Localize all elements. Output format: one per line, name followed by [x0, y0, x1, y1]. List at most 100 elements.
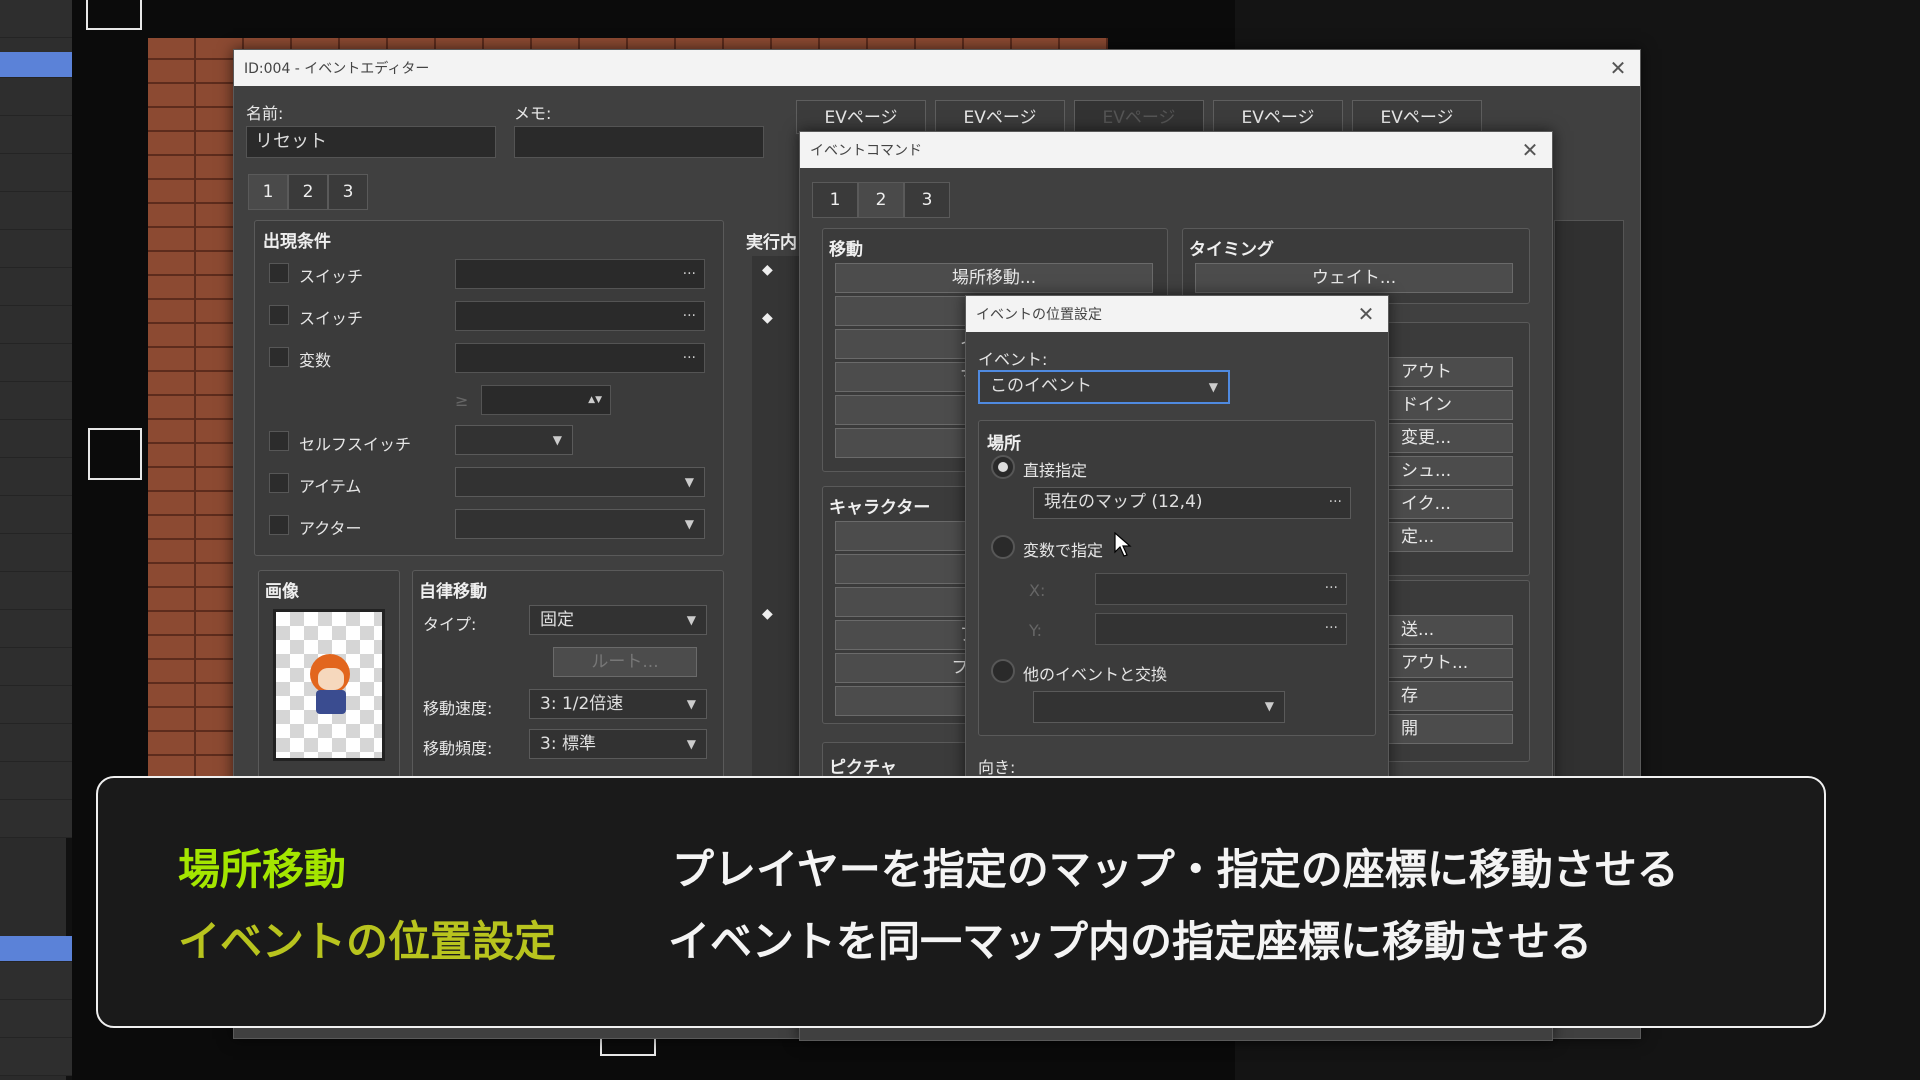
- route-button[interactable]: ルート...: [553, 647, 697, 677]
- swap-event-dropdown[interactable]: ▼: [1033, 691, 1285, 723]
- switch1-checkbox[interactable]: [269, 263, 289, 283]
- tab-1[interactable]: 1: [248, 174, 288, 210]
- actor-label: アクター: [299, 519, 362, 538]
- variable-field[interactable]: ···: [455, 343, 705, 373]
- switch2-field[interactable]: ···: [455, 301, 705, 331]
- tab-2[interactable]: 2: [858, 182, 904, 218]
- mouse-cursor-icon: [1114, 532, 1132, 557]
- close-icon[interactable]: ✕: [1606, 56, 1630, 80]
- event-command-titlebar: イベントコマンド ✕: [800, 132, 1552, 168]
- exec-scroll-area[interactable]: [1554, 220, 1624, 820]
- self-switch-checkbox[interactable]: [269, 431, 289, 451]
- caption-overlay: 場所移動 プレイヤーを指定のマップ・指定の座標に移動させる イベントの位置設定 …: [96, 776, 1826, 1028]
- conditions-header: 出現条件: [263, 232, 331, 252]
- image-header: 画像: [265, 582, 299, 602]
- ev-page-tab[interactable]: EVページ: [1213, 100, 1343, 134]
- actor-dropdown[interactable]: ▼: [455, 509, 705, 539]
- direct-radio[interactable]: [991, 455, 1015, 479]
- location-group: 場所 直接指定 現在のマップ (12,4) ··· 変数で指定 X: ··· Y:…: [978, 420, 1376, 736]
- x-variable-field[interactable]: ···: [1095, 573, 1347, 605]
- y-label: Y:: [1029, 621, 1043, 640]
- speed-label: 移動速度:: [423, 699, 493, 718]
- event-editor-titlebar: ID:004 - イベントエディター ✕: [234, 50, 1640, 86]
- swap-radio[interactable]: [991, 659, 1015, 683]
- actor-checkbox[interactable]: [269, 515, 289, 535]
- variable-designate-label: 変数で指定: [1023, 541, 1104, 560]
- memo-input[interactable]: [514, 126, 764, 158]
- freq-value: 3: 標準: [540, 734, 596, 754]
- timing-group: タイミング ウェイト...: [1182, 228, 1530, 304]
- exec-content-header: 実行内: [746, 233, 797, 253]
- window-title: ID:004 - イベントエディター: [244, 61, 430, 77]
- window-title: イベントコマンド: [810, 143, 922, 159]
- map-tile-cursor[interactable]: [86, 0, 142, 30]
- item-checkbox[interactable]: [269, 473, 289, 493]
- tab-3[interactable]: 3: [328, 174, 368, 210]
- ev-page-tab[interactable]: EVページ: [1352, 100, 1482, 134]
- timing-header: タイミング: [1189, 240, 1274, 260]
- switch2-label: スイッチ: [299, 309, 364, 328]
- layer-sidebar: [0, 0, 72, 1080]
- variable-radio[interactable]: [991, 535, 1015, 559]
- map-tile-cursor[interactable]: [88, 428, 142, 480]
- close-icon[interactable]: ✕: [1354, 302, 1378, 326]
- direct-location-value: 現在のマップ (12,4): [1044, 492, 1203, 512]
- caption-desc-1: プレイヤーを指定のマップ・指定の座標に移動させる: [672, 845, 1679, 894]
- ge-symbol: ≥: [455, 391, 469, 410]
- freq-dropdown[interactable]: 3: 標準 ▼: [529, 729, 707, 759]
- direct-location-field[interactable]: 現在のマップ (12,4) ···: [1033, 487, 1351, 519]
- variable-checkbox[interactable]: [269, 347, 289, 367]
- move-header: 移動: [829, 240, 863, 260]
- conditions-group: 出現条件 スイッチ ··· スイッチ ··· 変数 ··· ≥ ▲▼ セルフスイ…: [254, 220, 724, 556]
- ev-page-tab-active[interactable]: EVページ: [1074, 100, 1204, 134]
- item-dropdown[interactable]: ▼: [455, 467, 705, 497]
- ev-page-tab[interactable]: EVページ: [935, 100, 1065, 134]
- location-header: 場所: [987, 434, 1021, 454]
- self-switch-label: セルフスイッチ: [299, 435, 412, 454]
- event-select[interactable]: このイベント ▼: [978, 370, 1230, 404]
- variable-label: 変数: [299, 351, 332, 370]
- y-variable-field[interactable]: ···: [1095, 613, 1347, 645]
- wait-button[interactable]: ウェイト...: [1195, 263, 1513, 293]
- event-label: イベント:: [978, 350, 1048, 369]
- memo-label: メモ:: [514, 104, 552, 123]
- x-label: X:: [1029, 581, 1046, 600]
- character-body: [316, 690, 346, 714]
- direction-label: 向き:: [978, 758, 1016, 777]
- item-label: アイテム: [299, 477, 362, 496]
- character-header: キャラクター: [829, 498, 931, 518]
- direct-label: 直接指定: [1023, 461, 1088, 480]
- self-switch-dropdown[interactable]: ▼: [455, 425, 573, 455]
- tab-3[interactable]: 3: [904, 182, 950, 218]
- switch1-label: スイッチ: [299, 267, 364, 286]
- swap-label: 他のイベントと交換: [1023, 665, 1168, 684]
- type-label: タイプ:: [423, 615, 477, 634]
- event-select-value: このイベント: [990, 376, 1092, 396]
- character-image[interactable]: [273, 609, 385, 761]
- type-value: 固定: [540, 610, 574, 630]
- name-input[interactable]: リセット: [246, 126, 496, 158]
- freq-label: 移動頻度:: [423, 739, 493, 758]
- switch1-field[interactable]: ···: [455, 259, 705, 289]
- variable-value-spinner[interactable]: ▲▼: [481, 385, 611, 415]
- tab-2[interactable]: 2: [288, 174, 328, 210]
- speed-value: 3: 1/2倍速: [540, 694, 624, 714]
- name-label: 名前:: [246, 104, 284, 123]
- close-icon[interactable]: ✕: [1518, 138, 1542, 162]
- caption-term-2: イベントの位置設定: [178, 917, 557, 966]
- character-face: [318, 668, 344, 690]
- caption-desc-2: イベントを同一マップ内の指定座標に移動させる: [668, 917, 1593, 966]
- sidebar-selected-item[interactable]: [0, 936, 72, 962]
- speed-dropdown[interactable]: 3: 1/2倍速 ▼: [529, 689, 707, 719]
- transfer-player-button[interactable]: 場所移動...: [835, 263, 1153, 293]
- picture-header: ピクチャ: [829, 758, 897, 778]
- dialog-titlebar: イベントの位置設定 ✕: [966, 296, 1388, 332]
- type-dropdown[interactable]: 固定 ▼: [529, 605, 707, 635]
- sidebar-selected-item[interactable]: [0, 52, 72, 78]
- caption-term-1: 場所移動: [178, 845, 347, 894]
- dialog-title: イベントの位置設定: [976, 307, 1102, 323]
- tab-1[interactable]: 1: [812, 182, 858, 218]
- ev-page-tab[interactable]: EVページ: [796, 100, 926, 134]
- switch2-checkbox[interactable]: [269, 305, 289, 325]
- exec-content-list[interactable]: ◆ ◆ ◆: [752, 256, 802, 816]
